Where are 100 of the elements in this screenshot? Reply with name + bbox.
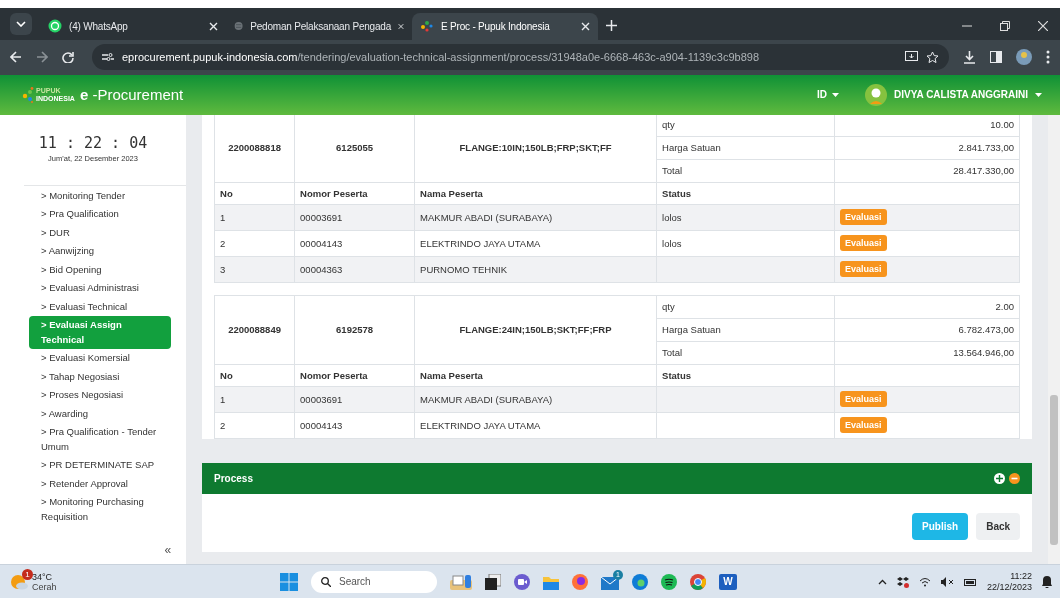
table-cell: Total	[656, 159, 835, 183]
url-path: /tendering/evaluation-technical-assignment/process/31948a0e-6668-463c-a904-1139c3c9b898	[297, 51, 759, 64]
caret-down-icon[interactable]	[832, 93, 840, 97]
table-cell: 2200088818	[214, 115, 295, 183]
sidebar-item[interactable]: > Proses Negosiasi	[29, 386, 172, 405]
scrollbar-thumb[interactable]	[1050, 395, 1058, 545]
install-app-icon[interactable]	[905, 51, 918, 64]
sidebar-item[interactable]: > Monitoring Purchasing Requisition	[29, 493, 172, 527]
sidebar-item[interactable]: > DUR	[29, 224, 172, 243]
table-cell: ELEKTRINDO JAYA UTAMA	[414, 412, 657, 439]
table-cell: ELEKTRINDO JAYA UTAMA	[414, 230, 657, 257]
clock-time: 11 : 22 : 04	[37, 134, 149, 152]
sidebar-item[interactable]: > Evaluasi Administrasi	[29, 279, 172, 298]
url-domain: eprocurement.pupuk-indonesia.com	[122, 51, 298, 64]
browser-tab[interactable]: (4) WhatsApp	[40, 13, 226, 40]
weather-icon	[10, 573, 28, 590]
table-cell: qty	[656, 115, 835, 137]
close-icon[interactable]	[209, 22, 218, 31]
table-cell: FLANGE:24IN;150LB;SKT;FF;FRP	[414, 295, 657, 365]
sidebar-item[interactable]: > Monitoring Tender	[29, 187, 172, 206]
back-button[interactable]: Back	[976, 513, 1021, 540]
caret-down-icon[interactable]	[1035, 93, 1042, 97]
sidebar-item[interactable]: > Awarding	[29, 405, 172, 424]
close-icon[interactable]	[1038, 21, 1048, 31]
table-cell: MAKMUR ABADI (SURABAYA)	[414, 204, 657, 231]
start-menu-icon[interactable]	[280, 572, 298, 591]
table-cell: 10.00	[834, 115, 1020, 137]
profile-avatar-icon[interactable]	[1016, 49, 1032, 66]
table-cell: Total	[656, 341, 835, 365]
restore-icon[interactable]	[1000, 21, 1010, 31]
column-header: No	[214, 364, 295, 387]
address-bar[interactable]: eprocurement.pupuk-indonesia.com/tendering/evaluation-technical-assignment/process/31948a0e-6668-463c-a904-1139c3c9b898	[92, 44, 949, 71]
scrollbar[interactable]	[1048, 115, 1060, 564]
table-cell: 00004143	[294, 230, 415, 257]
sidebar-item[interactable]: > Aanwijzing	[29, 242, 172, 261]
table-cell: lolos	[656, 204, 835, 231]
box-app-icon[interactable]	[896, 575, 909, 588]
expand-icon[interactable]	[994, 473, 1006, 484]
chevron-up-icon[interactable]	[877, 578, 887, 585]
logo-dots-icon	[22, 87, 34, 103]
column-header: Nama Peserta	[414, 364, 657, 387]
table-cell: Harga Satuan	[656, 318, 835, 342]
search-icon	[321, 576, 331, 587]
panel-title: Process	[214, 473, 253, 484]
sidebar-item[interactable]: > Evaluasi Komersial	[29, 349, 172, 368]
close-icon[interactable]	[398, 22, 404, 31]
chevron-down-icon	[16, 21, 26, 27]
table-cell: 2.00	[834, 295, 1020, 319]
table-cell: 2.841.733,00	[834, 136, 1020, 160]
side-panel-icon[interactable]	[990, 51, 1002, 64]
task-view-icon[interactable]	[485, 573, 501, 590]
table-cell: qty	[656, 295, 835, 319]
table-cell: Harga Satuan	[656, 136, 835, 160]
column-header: Status	[656, 182, 835, 205]
document-app-icon[interactable]: W	[719, 573, 737, 590]
avatar-icon	[865, 84, 888, 106]
notepad-drawing[interactable]	[450, 573, 472, 590]
fox-browser-icon[interactable]	[572, 573, 588, 590]
download-icon[interactable]	[963, 51, 976, 64]
bell-icon[interactable]	[1042, 575, 1052, 588]
back-arrow-icon[interactable]	[10, 51, 22, 64]
table-cell: 1	[214, 386, 295, 413]
temperature: 34°C	[32, 571, 54, 582]
swirl-browser-icon[interactable]	[632, 573, 648, 590]
music-app-icon[interactable]	[661, 573, 677, 590]
table-cell: 00003691	[294, 204, 415, 231]
more-menu-icon[interactable]	[1046, 50, 1050, 65]
browser-tab[interactable]: E Proc - Pupuk Indonesia	[412, 13, 598, 40]
sidebar-item[interactable]: > PR DETERMINATE SAP	[29, 456, 172, 475]
table-cell: 6192578	[294, 295, 415, 365]
close-icon[interactable]	[581, 22, 590, 31]
table-cell: 6125055	[294, 115, 415, 183]
browser-tab[interactable]: Pedoman Pelaksanaan Pengada	[226, 13, 412, 40]
site-settings-icon	[102, 52, 114, 63]
bookmark-star-icon[interactable]	[926, 51, 939, 64]
colored-dots-icon	[420, 19, 434, 34]
weather-condition: Cerah	[32, 581, 57, 592]
sidebar-item[interactable]: > Bid Opening	[29, 261, 172, 280]
battery-icon[interactable]	[963, 576, 977, 587]
sidebar-item[interactable]: > Pra Qualification	[29, 205, 172, 224]
tab-list-button[interactable]	[10, 13, 32, 35]
table-cell: 00004143	[294, 412, 415, 439]
speaker-muted-icon[interactable]	[940, 576, 954, 587]
search-field[interactable]: Search	[311, 570, 437, 593]
forward-arrow-icon[interactable]	[36, 51, 48, 64]
sidebar-item[interactable]: > Pra Qualification - Tender Umum	[29, 423, 172, 457]
sidebar-item[interactable]: > Tahap Negosiasi	[29, 368, 172, 387]
collapse-sidebar-button[interactable]: «	[164, 543, 172, 557]
table-cell: FLANGE:10IN;150LB;FRP;SKT;FF	[414, 115, 657, 183]
sidebar-item[interactable]: > Retender Approval	[29, 475, 172, 494]
new-tab-icon[interactable]	[606, 20, 617, 31]
wifi-icon[interactable]	[918, 576, 931, 587]
video-chat-icon[interactable]	[514, 573, 530, 590]
reload-icon[interactable]	[62, 51, 74, 64]
app-title: e -Procurement	[79, 86, 184, 104]
collapse-icon[interactable]	[1009, 473, 1021, 484]
taskbar-clock[interactable]: 11:22 22/12/2023	[986, 570, 1032, 593]
table-cell: 00003691	[294, 386, 415, 413]
sidebar-item[interactable]: > Evaluasi Technical	[29, 298, 172, 317]
ring-browser-icon[interactable]	[690, 573, 706, 590]
